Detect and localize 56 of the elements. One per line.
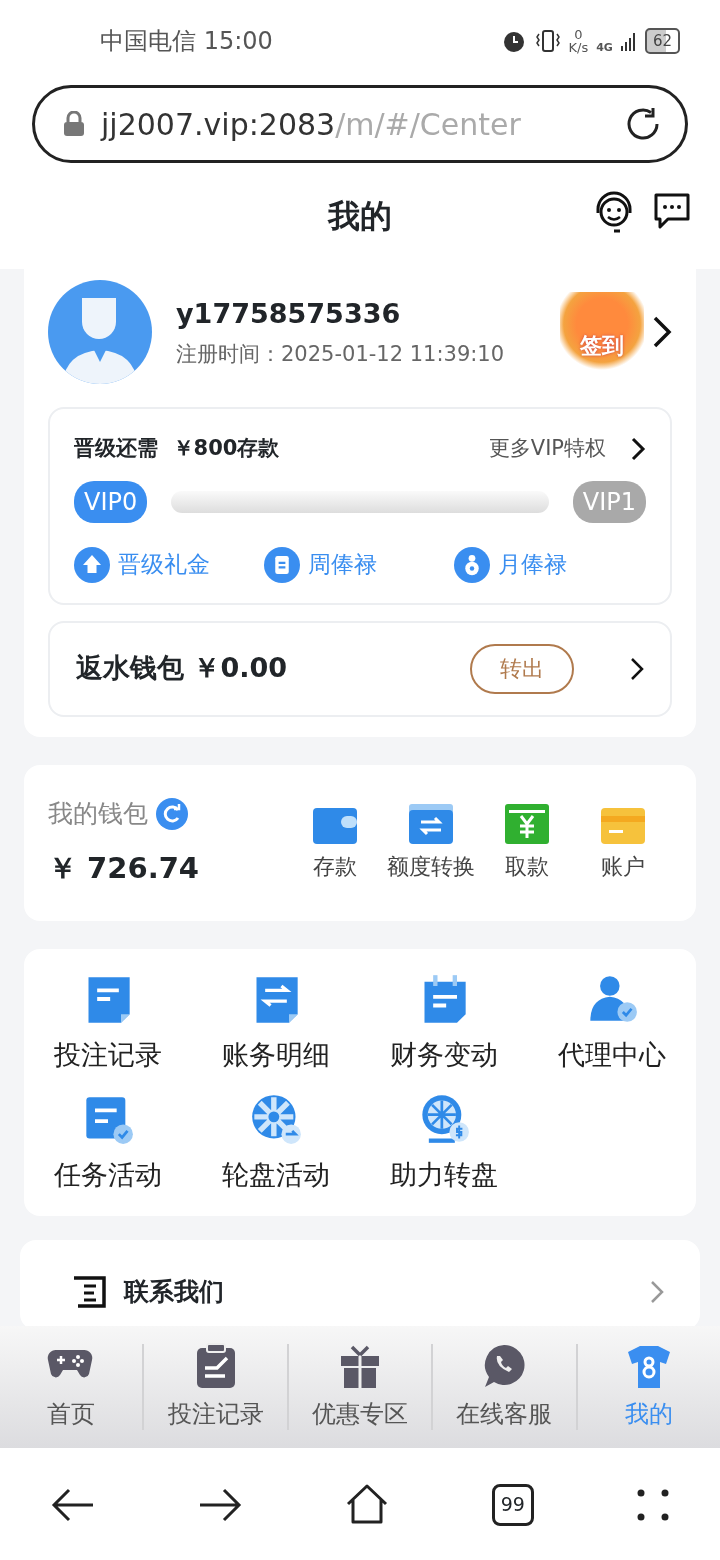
list-icon: [72, 1273, 108, 1310]
rebate-wallet: 返水钱包 ￥0.00: [76, 651, 288, 686]
wallet-balance: ￥ 726.74: [48, 849, 199, 887]
wallet-title: 我的钱包: [48, 798, 148, 830]
tab-bar-item[interactable]: 在线客服: [433, 1342, 576, 1432]
back-arrow-icon[interactable]: [51, 1486, 96, 1523]
signal-icon: [620, 30, 637, 52]
more-dots-icon[interactable]: [636, 1488, 669, 1521]
support-icon[interactable]: [594, 191, 634, 235]
menu-item-link[interactable]: 代理中心: [558, 1034, 666, 1075]
chevron-right-icon[interactable]: [630, 656, 644, 681]
register-time: 注册时间：2025-01-12 11:39:10: [176, 340, 506, 368]
tab-count-button[interactable]: 99: [491, 1483, 534, 1526]
menu-item-link[interactable]: 助力转盘: [390, 1155, 498, 1196]
address-bar[interactable]: jj2007.vip:2083/m/#/Center: [32, 85, 688, 163]
monthly-perk-icon: [454, 546, 490, 583]
vibrate-icon: [534, 28, 561, 54]
more-vip-link[interactable]: 更多VIP特权: [488, 433, 606, 465]
current-vip-badge: VIP0: [74, 480, 148, 523]
tab-bar-item[interactable]: 优惠专区: [288, 1342, 432, 1432]
chevron-right-icon[interactable]: [652, 315, 672, 349]
battery: 62: [644, 27, 680, 55]
transfer-icon: [406, 802, 456, 846]
page-title: 我的: [328, 196, 392, 237]
wallet-action-link[interactable]: 取款: [505, 850, 549, 883]
menu-item-link[interactable]: 投注记录: [54, 1034, 162, 1075]
tab-bar-item[interactable]: 投注记录: [144, 1342, 287, 1432]
menu-item-link[interactable]: 任务活动: [54, 1155, 162, 1196]
username: y17758575336: [176, 297, 402, 331]
weekly-perk-icon: [264, 546, 300, 583]
menu-item-link[interactable]: 轮盘活动: [222, 1155, 330, 1196]
cash-box-icon: [502, 802, 552, 846]
carrier-time: 中国电信 15:00: [100, 26, 273, 57]
next-vip-badge: VIP1: [572, 480, 646, 523]
upgrade-requirement: 晋级还需 ￥800存款: [74, 435, 280, 462]
wallet-action-link[interactable]: 额度转换: [387, 850, 475, 883]
transfer-out-button[interactable]: 转出: [470, 643, 574, 694]
message-icon[interactable]: [652, 191, 692, 231]
avatar-icon: [48, 280, 152, 384]
net-speed: 0: [574, 28, 583, 41]
wallet-action-link[interactable]: 账户: [601, 850, 645, 883]
menu-item-link[interactable]: 账务明细: [222, 1034, 330, 1075]
lock-icon: [63, 111, 85, 137]
wheel-icon: [250, 1093, 302, 1145]
upgrade-perk-icon: [74, 546, 110, 583]
tab-bar-item[interactable]: 首页: [0, 1342, 143, 1432]
net-speed-unit: K/s: [568, 41, 589, 54]
home-icon[interactable]: [345, 1483, 389, 1526]
url-text: jj2007.vip:2083/m/#/Center: [101, 105, 521, 144]
menu-item-link[interactable]: 财务变动: [390, 1034, 498, 1075]
chevron-right-icon[interactable]: [630, 435, 646, 462]
refresh-icon[interactable]: [156, 797, 188, 830]
contact-us-label[interactable]: 联系我们: [124, 1272, 224, 1311]
wallet-action-link[interactable]: 存款: [313, 850, 357, 883]
forward-arrow-icon[interactable]: [198, 1486, 243, 1523]
network-type: 4G: [596, 39, 613, 56]
